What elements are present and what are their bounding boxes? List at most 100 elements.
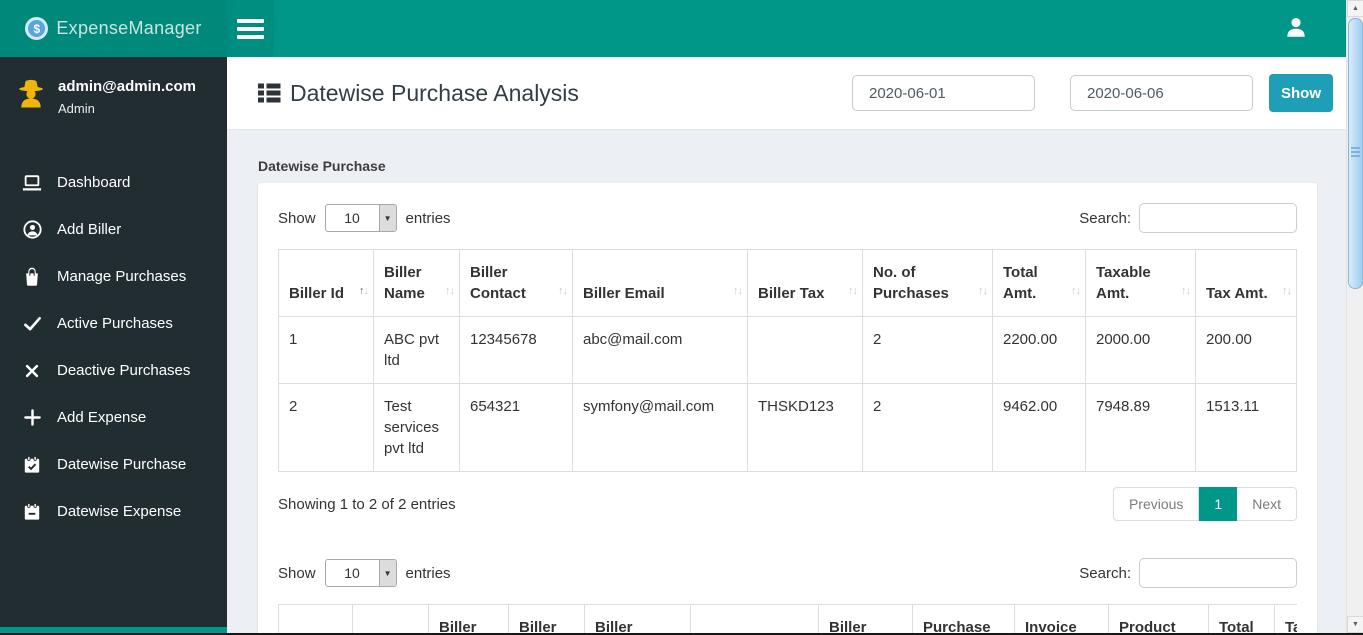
app-window: $ ExpenseManager admin@admin.com Admin D… bbox=[0, 0, 1363, 635]
content-header: Datewise Purchase Analysis Show bbox=[227, 57, 1346, 130]
search-label: Search: bbox=[1079, 209, 1131, 227]
calendar-minus-icon bbox=[22, 502, 42, 522]
search-input[interactable] bbox=[1139, 558, 1297, 588]
column-header[interactable]: Taxable Amt↑↓ bbox=[1274, 604, 1297, 633]
column-header[interactable]: Biller Name↑↓ bbox=[373, 249, 460, 317]
column-header-label: Total Amt. bbox=[1003, 264, 1038, 302]
table-cell: abc@mail.com bbox=[572, 316, 748, 384]
plus-icon bbox=[22, 409, 42, 426]
column-header[interactable]: S.No.↑↓ bbox=[278, 604, 353, 633]
show-label: Show bbox=[278, 209, 316, 227]
user-email: admin@admin.com bbox=[58, 78, 196, 95]
main-content: Datewise Purchase Analysis Show Datewise… bbox=[227, 57, 1346, 633]
sidebar-item-label: Add Expense bbox=[57, 409, 147, 426]
vertical-scrollbar[interactable]: ▲ ▼ bbox=[1346, 0, 1363, 633]
column-header[interactable]: Taxable Amt. ↑↓ bbox=[1085, 249, 1196, 317]
sidebar-item-dashboard[interactable]: Dashboard bbox=[0, 159, 227, 206]
column-header-label: Biller Name bbox=[384, 264, 425, 302]
table-row: 1 ABC pvt ltd 12345678 abc@mail.com 2 2200.00… bbox=[278, 316, 1297, 384]
datewise-purchase-summary-table: Biller Id ↑↓ Biller Name ↑↓ Biller Contact ↑↓… bbox=[278, 249, 1297, 472]
column-header[interactable]: Purchase Id↑↓ bbox=[912, 604, 1015, 633]
dollar-coin-icon: $ bbox=[25, 17, 49, 40]
sort-icon: ↑↓ bbox=[848, 285, 858, 297]
next-page-button[interactable]: Next bbox=[1237, 487, 1297, 521]
shopping-bag-icon bbox=[22, 267, 42, 287]
sort-icon: ↑↓ bbox=[1282, 285, 1292, 297]
account-icon[interactable] bbox=[1284, 15, 1308, 45]
column-header[interactable]: Biller Email↑↓ bbox=[690, 604, 819, 633]
column-header[interactable]: Total Amt↑↓ bbox=[1208, 604, 1275, 633]
previous-page-button[interactable]: Previous bbox=[1112, 487, 1200, 521]
table-cell: 654321 bbox=[459, 383, 573, 472]
select-arrow-icon: ▼ bbox=[378, 205, 396, 231]
column-header[interactable]: Biller Email↑↓ bbox=[572, 249, 748, 317]
sidebar-item-manage-purchases[interactable]: Manage Purchases bbox=[0, 253, 227, 300]
scroll-up-icon[interactable]: ▲ bbox=[1347, 0, 1363, 17]
datewise-purchase-panel: Show 10 ▼ entries Search: Biller Id ↑↓ Bil… bbox=[258, 183, 1317, 633]
laptop-icon bbox=[22, 174, 42, 192]
sidebar-item-datewise-expense[interactable]: Datewise Expense bbox=[0, 488, 227, 535]
table2-clip-wrapper: S.No.↑↓Date↑↓Biller ID↑↓Biller Name↑↓Bil… bbox=[278, 604, 1297, 633]
sidebar-item-label: Deactive Purchases bbox=[57, 362, 191, 379]
table-cell: 1513.11 bbox=[1195, 383, 1297, 472]
column-header[interactable]: Date↑↓ bbox=[352, 604, 429, 633]
column-header[interactable]: Biller Tax↑↓ bbox=[747, 249, 863, 317]
sort-icon: ↑↓ bbox=[978, 285, 988, 297]
entries-label: entries bbox=[405, 564, 451, 582]
column-header[interactable]: Tax Amt. ↑↓ bbox=[1195, 249, 1297, 317]
pagination: Previous 1 Next bbox=[1112, 487, 1297, 521]
sidebar-item-add-biller[interactable]: Add Biller bbox=[0, 206, 227, 253]
sort-icon: ↑↓ bbox=[1181, 285, 1191, 297]
entries-length-control: Show 10 ▼ entries bbox=[278, 204, 451, 232]
column-header-label: Biller Name bbox=[519, 619, 557, 633]
table-cell: 2000.00 bbox=[1085, 316, 1196, 384]
column-header[interactable]: Product Name↑↓ bbox=[1108, 604, 1209, 633]
table-cell: 12345678 bbox=[459, 316, 573, 384]
table2-search: Search: bbox=[1079, 558, 1297, 588]
column-header[interactable]: Biller Name↑↓ bbox=[508, 604, 585, 633]
th-list-icon bbox=[258, 83, 281, 103]
user-panel: admin@admin.com Admin bbox=[0, 57, 227, 134]
page-title-text: Datewise Purchase Analysis bbox=[290, 79, 579, 106]
entries-select[interactable]: 10 ▼ bbox=[324, 204, 397, 232]
brand[interactable]: $ ExpenseManager bbox=[0, 0, 227, 57]
user-circle-icon bbox=[22, 220, 42, 239]
column-header[interactable]: Invoice No.↑↓ bbox=[1014, 604, 1109, 633]
user-role: Admin bbox=[58, 101, 95, 116]
show-label: Show bbox=[278, 564, 316, 582]
column-header[interactable]: Biller Contact↑↓ bbox=[459, 249, 573, 317]
scroll-down-icon[interactable]: ▼ bbox=[1347, 616, 1363, 633]
table-cell: 1 bbox=[278, 316, 374, 384]
column-header[interactable]: Biller Id ↑↓ bbox=[278, 249, 374, 317]
brand-name: ExpenseManager bbox=[56, 18, 202, 38]
table-cell: THSKD123 bbox=[747, 383, 863, 472]
sidebar-item-add-expense[interactable]: Add Expense bbox=[0, 394, 227, 441]
table1-search: Search: bbox=[1079, 203, 1297, 233]
show-button[interactable]: Show bbox=[1269, 74, 1333, 112]
sidebar-item-label: Active Purchases bbox=[57, 315, 173, 332]
column-header-label: Biller Email bbox=[583, 285, 665, 302]
entries-select[interactable]: 10 ▼ bbox=[324, 559, 397, 587]
date-from-input[interactable] bbox=[852, 75, 1035, 111]
column-header-label: Product Name bbox=[1119, 619, 1176, 633]
column-header[interactable]: No. of Purchases ↑↓ bbox=[862, 249, 993, 317]
hamburger-menu-icon[interactable] bbox=[227, 0, 274, 57]
current-page-button[interactable]: 1 bbox=[1199, 487, 1238, 521]
column-header[interactable]: Total Amt. ↑↓ bbox=[992, 249, 1086, 317]
column-header-label: Biller Tax bbox=[829, 619, 867, 633]
page-title: Datewise Purchase Analysis bbox=[258, 80, 579, 107]
column-header[interactable]: Biller Contact↑↓ bbox=[584, 604, 691, 633]
sidebar-item-label: Manage Purchases bbox=[57, 268, 187, 285]
column-header[interactable]: Biller ID↑↓ bbox=[428, 604, 509, 633]
column-header[interactable]: Biller Tax↑↓ bbox=[818, 604, 913, 633]
calendar-check-icon bbox=[22, 455, 42, 475]
sort-icon: ↑↓ bbox=[359, 285, 369, 297]
sidebar-item-deactive-purchases[interactable]: Deactive Purchases bbox=[0, 347, 227, 394]
sidebar-item-datewise-purchase[interactable]: Datewise Purchase bbox=[0, 441, 227, 488]
sidebar-item-active-purchases[interactable]: Active Purchases bbox=[0, 300, 227, 347]
select-arrow-icon: ▼ bbox=[378, 560, 396, 586]
search-input[interactable] bbox=[1139, 203, 1297, 233]
table-cell: Test services pvt ltd bbox=[373, 383, 460, 472]
scrollbar-thumb[interactable] bbox=[1348, 18, 1363, 289]
date-to-input[interactable] bbox=[1070, 75, 1253, 111]
